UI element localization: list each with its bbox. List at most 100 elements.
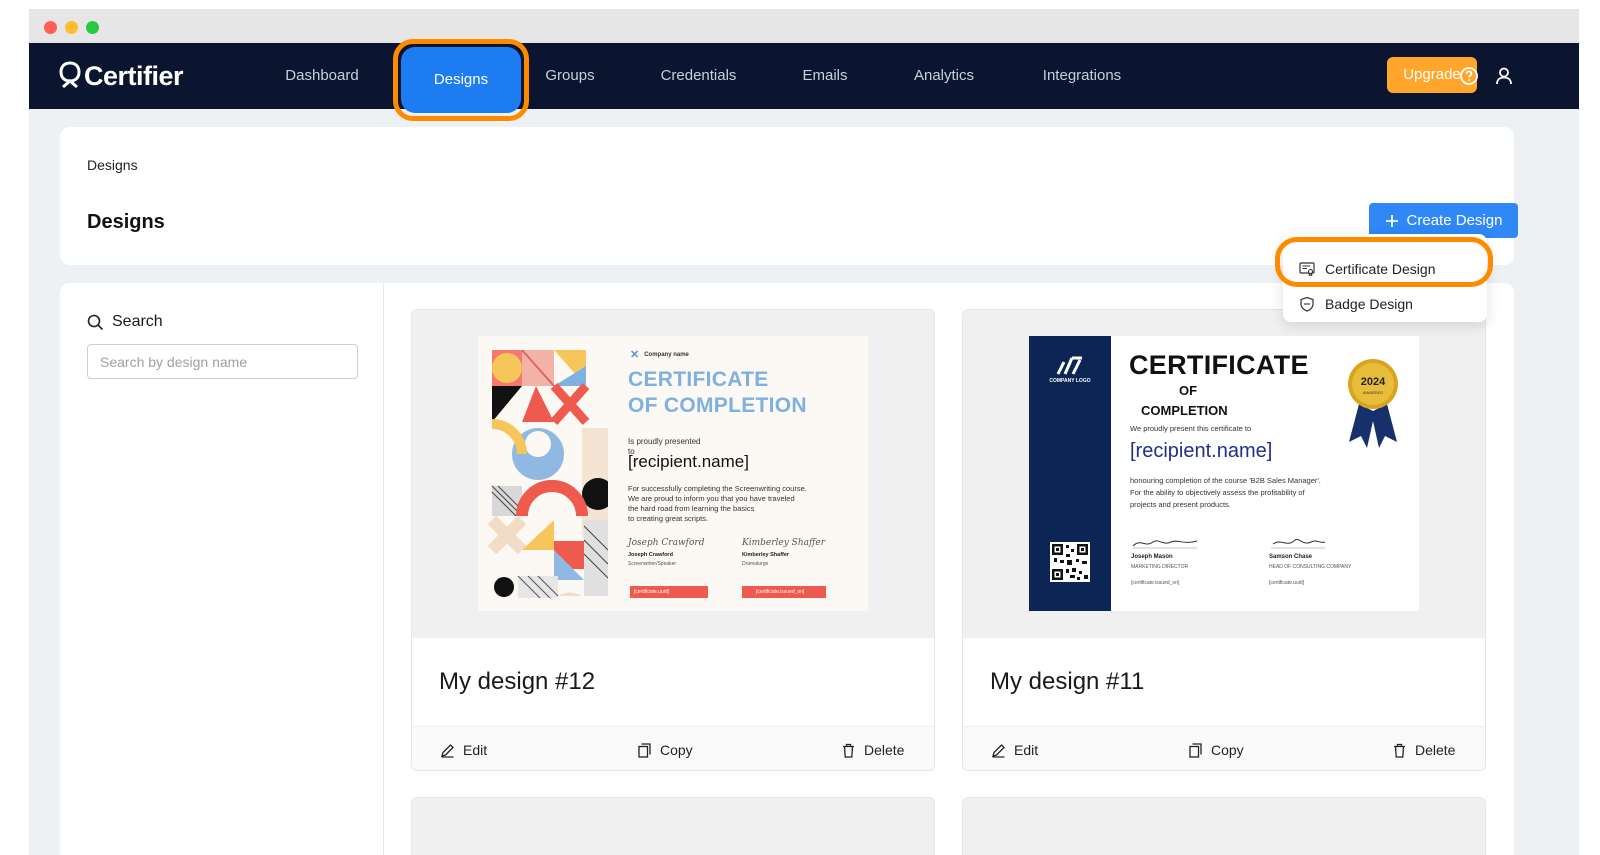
certificate-design-highlight <box>1275 237 1493 287</box>
signature-1-role: Screenwriter/Speaker <box>628 561 677 567</box>
trash-icon <box>1394 743 1405 758</box>
pencil-icon <box>992 743 1005 758</box>
shield-icon <box>1300 296 1314 312</box>
sidebar-divider <box>383 283 384 855</box>
company-x-icon: ✕ <box>630 349 640 361</box>
certificate-preview: ✕ Company name CERTIFICATE OF COMPLETION… <box>478 336 868 611</box>
search-icon <box>87 314 104 330</box>
nav-dashboard[interactable]: Dashboard <box>277 43 367 109</box>
create-design-button[interactable]: Create Design <box>1369 203 1518 238</box>
menu-item-label: Badge Design <box>1325 296 1413 312</box>
close-window-icon[interactable] <box>44 21 57 34</box>
trash-icon <box>843 743 854 758</box>
copy-icon <box>638 742 651 758</box>
company-name: Company name <box>644 351 689 358</box>
nav-analytics[interactable]: Analytics <box>904 43 984 109</box>
copy-label: Copy <box>1211 742 1244 758</box>
delete-button[interactable]: Delete <box>841 727 905 770</box>
company-logo-mark-icon <box>1056 356 1082 375</box>
nav-groups[interactable]: Groups <box>535 43 605 109</box>
certificate-title-line1: CERTIFICATE <box>628 368 769 391</box>
browser-window: Certifier Dashboard Groups Credentials E… <box>29 9 1579 855</box>
help-circle-icon[interactable] <box>1459 66 1479 86</box>
body-line-2: We are proud to inform you that you have… <box>628 494 795 503</box>
signature-2-name: Samson Chase <box>1269 554 1313 560</box>
recipient-placeholder: [recipient.name] <box>628 452 749 471</box>
delete-label: Delete <box>1415 742 1456 758</box>
edit-button[interactable]: Edit <box>440 727 488 770</box>
nav-designs[interactable]: Designs <box>401 47 521 113</box>
delete-label: Delete <box>864 742 905 758</box>
certificate-preview: COMPANY LOGO CERTIFICATE OF COMPLETION W… <box>1029 336 1419 611</box>
signature-2-role: Dramaturge <box>742 561 769 567</box>
delete-button[interactable]: Delete <box>1392 727 1456 770</box>
design-card-partial[interactable] <box>962 797 1486 855</box>
body-line-1: For successfully completing the Screenwr… <box>628 484 807 493</box>
body-line-2: For the ability to objectively assess th… <box>1130 488 1305 497</box>
signature-2-image <box>1271 538 1326 549</box>
edit-label: Edit <box>463 742 488 758</box>
seal-year: 2024 <box>1360 376 1386 388</box>
body-line-3: projects and present products. <box>1130 500 1231 509</box>
design-name[interactable]: My design #12 <box>439 668 595 696</box>
issued-on-field: [certificate.issued_on] <box>1131 580 1180 586</box>
seal-text: AWARDED <box>1362 390 1384 395</box>
signature-2-role: HEAD OF CONSULTING COMPANY <box>1269 564 1352 570</box>
pencil-icon <box>441 743 454 758</box>
design-card-partial[interactable] <box>411 797 935 855</box>
logo-text: Certifier <box>84 60 184 91</box>
issued-on-field: [certificate.issued_on] <box>742 586 826 598</box>
design-card[interactable]: COMPANY LOGO CERTIFICATE OF COMPLETION W… <box>962 309 1486 771</box>
company-logo-text: COMPANY LOGO <box>1049 378 1091 384</box>
copy-button[interactable]: Copy <box>637 727 693 770</box>
certifier-logo[interactable]: Certifier <box>59 59 184 93</box>
signature-1-role: MARKETING DIRECTOR <box>1131 564 1189 570</box>
recipient-placeholder: [recipient.name] <box>1130 440 1273 462</box>
window-titlebar <box>29 9 1579 43</box>
body-line-4: to creating great scripts. <box>628 514 709 523</box>
minimize-window-icon[interactable] <box>65 21 78 34</box>
signature-1-image <box>1132 540 1198 549</box>
certificate-title-line2: OF COMPLETION <box>628 394 807 417</box>
award-seal-image <box>1348 359 1398 448</box>
signature-2-script: Kimberley Shaffer <box>742 538 826 548</box>
edit-label: Edit <box>1014 742 1039 758</box>
certificate-title-line2: OF <box>1179 383 1198 398</box>
copy-label: Copy <box>660 742 693 758</box>
edit-button[interactable]: Edit <box>991 727 1039 770</box>
maximize-window-icon[interactable] <box>86 21 99 34</box>
certifier-logo-icon <box>59 61 81 89</box>
design-thumbnail[interactable]: ✕ Company name CERTIFICATE OF COMPLETION… <box>412 310 934 638</box>
body-line-3: the hard road from learning the basics <box>628 504 755 513</box>
signature-1-name: Joseph Crawford <box>628 552 673 558</box>
nav-integrations[interactable]: Integrations <box>1032 43 1132 109</box>
page-title: Designs <box>87 211 165 233</box>
design-thumbnail[interactable]: COMPANY LOGO CERTIFICATE OF COMPLETION W… <box>963 310 1485 638</box>
uuid-field: [certificate.uuid] <box>630 586 708 598</box>
menu-item-badge-design[interactable]: Badge Design <box>1299 292 1413 316</box>
presented-text: We proudly present this certificate to <box>1130 424 1252 433</box>
design-actions: Edit Copy Delete <box>963 726 1485 770</box>
design-name[interactable]: My design #11 <box>990 668 1144 696</box>
signature-1-name: Joseph Mason <box>1131 554 1173 560</box>
qr-code-icon <box>1050 542 1090 582</box>
signature-2-name: Kimberley Shaffer <box>742 552 790 558</box>
certificate-title-line3: COMPLETION <box>1141 403 1228 418</box>
nav-emails[interactable]: Emails <box>794 43 856 109</box>
search-input[interactable] <box>87 344 358 379</box>
company-mark: ✕ Company name <box>630 348 689 361</box>
copy-button[interactable]: Copy <box>1188 727 1244 770</box>
certificate-title-line1: CERTIFICATE <box>1129 350 1309 380</box>
uuid-field: [certificate.uuid] <box>1269 580 1305 586</box>
body-line-1: honouring completion of the course 'B2B … <box>1130 476 1321 485</box>
nav-credentials[interactable]: Credentials <box>651 43 746 109</box>
search-label-text: Search <box>112 313 163 330</box>
top-navigation: Certifier Dashboard Groups Credentials E… <box>29 43 1579 109</box>
signature-1-script: Joseph Crawford <box>628 538 705 548</box>
user-icon[interactable] <box>1494 66 1514 86</box>
plus-icon <box>1385 214 1398 227</box>
search-section-label: Search <box>87 313 163 331</box>
design-card[interactable]: ✕ Company name CERTIFICATE OF COMPLETION… <box>411 309 935 771</box>
breadcrumb[interactable]: Designs <box>87 157 138 173</box>
design-actions: Edit Copy Delete <box>412 726 934 770</box>
